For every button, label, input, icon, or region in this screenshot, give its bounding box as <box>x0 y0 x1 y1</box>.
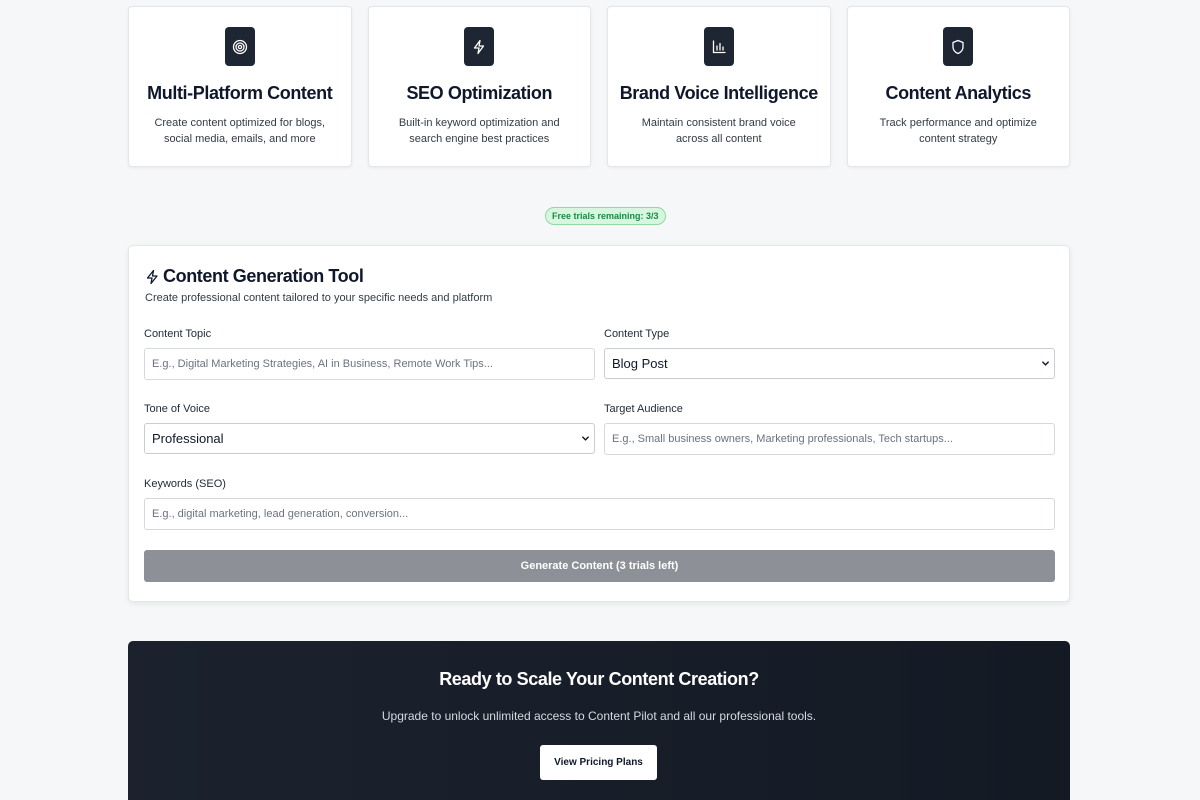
feature-title: SEO Optimization <box>406 83 553 103</box>
tool-header: Content Generation Tool <box>145 266 364 287</box>
feature-title: Content Analytics <box>885 83 1032 103</box>
feature-card-analytics: Content Analytics Track performance and … <box>846 6 1070 167</box>
tone-selected: Professional <box>152 431 224 446</box>
feature-description: Create content optimized for blogs, soci… <box>154 117 326 145</box>
feature-title: Multi-Platform Content <box>147 83 333 103</box>
chevron-down-icon <box>582 436 589 441</box>
feature-icon-badge <box>943 27 974 66</box>
feature-title: Brand Voice Intelligence <box>619 83 819 103</box>
shield-icon <box>952 39 964 54</box>
upgrade-cta-section: Ready to Scale Your Content Creation? Up… <box>128 641 1070 800</box>
feature-icon-badge <box>224 27 255 66</box>
content-generation-tool: Content Generation Tool Create professio… <box>128 245 1070 602</box>
bar-chart-icon <box>712 39 726 53</box>
feature-description: Built-in keyword optimization and search… <box>398 117 560 145</box>
feature-card-seo: SEO Optimization Built-in keyword optimi… <box>367 6 591 167</box>
generate-content-button[interactable]: Generate Content (3 trials left) <box>144 550 1055 582</box>
feature-icon-badge <box>464 27 495 66</box>
lightning-icon <box>146 269 158 284</box>
tone-select[interactable]: Professional <box>144 423 595 454</box>
feature-description: Maintain consistent brand voice across a… <box>641 117 796 145</box>
feature-description: Track performance and optimize content s… <box>879 117 1037 145</box>
tone-label: Tone of Voice <box>144 403 211 415</box>
keywords-label: Keywords (SEO) <box>144 478 226 490</box>
feature-card-brand-voice: Brand Voice Intelligence Maintain consis… <box>607 6 831 167</box>
trials-remaining-badge: Free trials remaining: 3/3 <box>545 207 666 225</box>
target-icon <box>232 39 247 54</box>
tool-subtitle: Create professional content tailored to … <box>145 292 493 304</box>
target-audience-label: Target Audience <box>604 403 683 415</box>
features-grid: Multi-Platform Content Create content op… <box>128 6 1070 167</box>
view-pricing-button[interactable]: View Pricing Plans <box>540 745 657 780</box>
target-audience-input[interactable] <box>604 423 1055 455</box>
cta-subtitle: Upgrade to unlock unlimited access to Co… <box>381 709 817 723</box>
content-type-select[interactable]: Blog Post <box>604 348 1055 379</box>
chevron-down-icon <box>1042 361 1049 366</box>
content-topic-label: Content Topic <box>144 328 212 340</box>
tool-title: Content Generation Tool <box>163 266 364 286</box>
lightning-icon <box>474 39 485 54</box>
keywords-input[interactable] <box>144 498 1055 530</box>
content-type-label: Content Type <box>604 328 670 340</box>
content-topic-input[interactable] <box>144 348 595 380</box>
feature-icon-badge <box>703 27 734 66</box>
cta-title: Ready to Scale Your Content Creation? <box>439 669 759 689</box>
feature-card-multi-platform: Multi-Platform Content Create content op… <box>128 6 352 167</box>
content-type-selected: Blog Post <box>612 356 668 371</box>
